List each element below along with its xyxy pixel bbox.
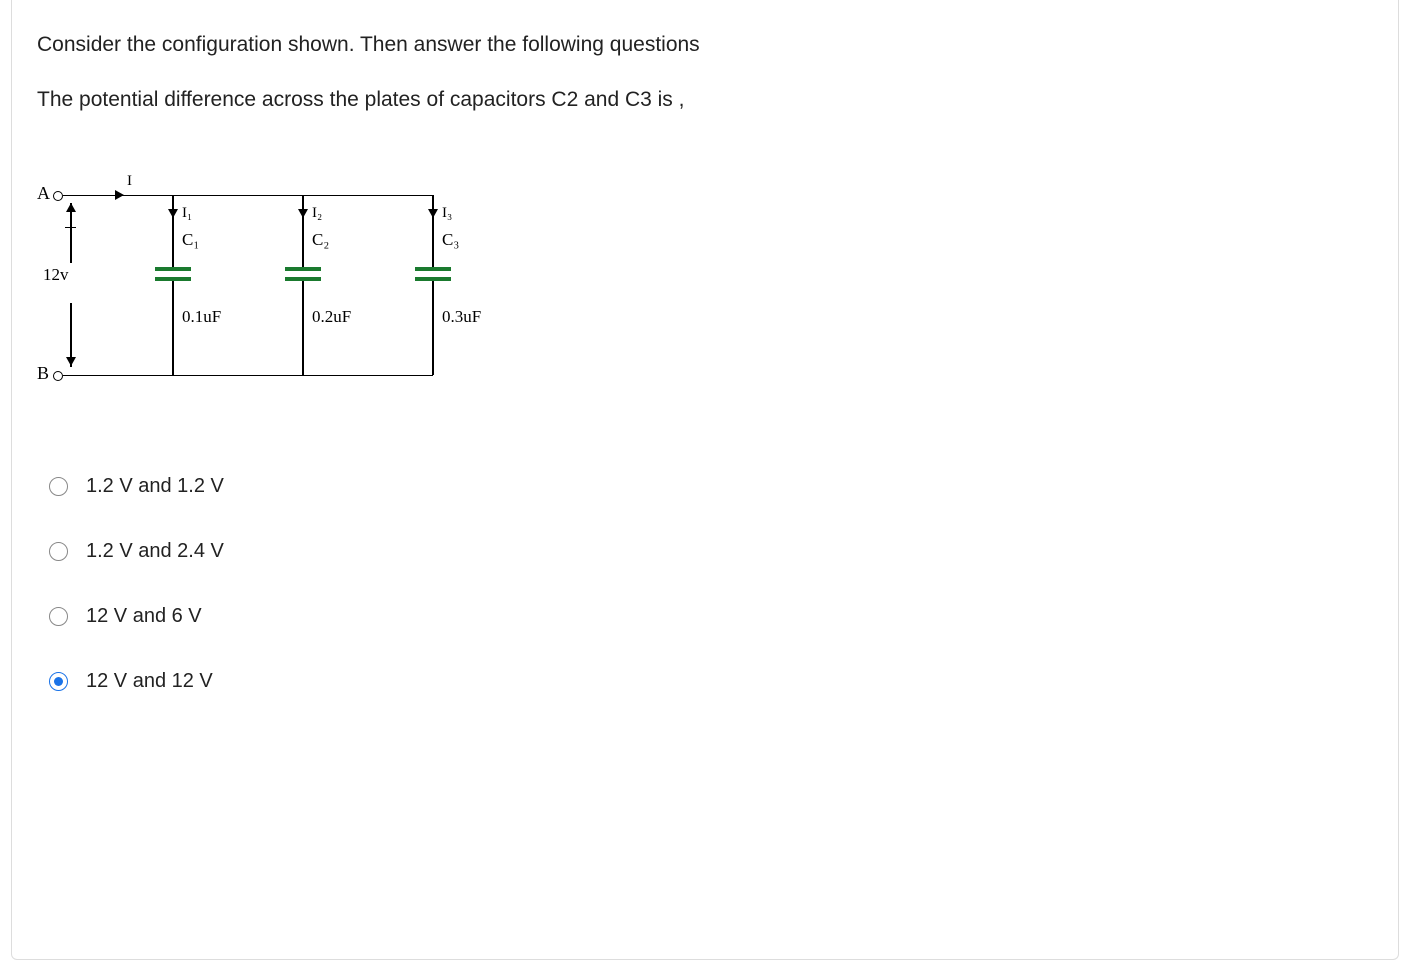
wire-b2-top bbox=[302, 195, 304, 267]
label-c2: C₂ bbox=[312, 230, 329, 250]
radio-icon bbox=[49, 542, 68, 561]
wire-src-t bbox=[70, 203, 72, 263]
label-c3-val: 0.3uF bbox=[442, 307, 481, 327]
node-b-label: B bbox=[37, 363, 49, 384]
wire-b3-top bbox=[432, 195, 434, 267]
wire-bottom bbox=[63, 375, 433, 377]
wire-b1-top bbox=[172, 195, 174, 267]
option-2[interactable]: 1.2 V and 2.4 V bbox=[49, 540, 1373, 563]
label-c1: C₁ bbox=[182, 230, 199, 250]
arrow-src-up bbox=[66, 203, 76, 212]
radio-icon bbox=[49, 607, 68, 626]
option-label: 1.2 V and 2.4 V bbox=[86, 540, 224, 563]
label-12v: 12v bbox=[43, 265, 69, 285]
wire-b3-bot bbox=[432, 281, 434, 375]
question-card: Consider the configuration shown. Then a… bbox=[11, 0, 1399, 960]
radio-icon bbox=[49, 477, 68, 496]
cap2-plate-top bbox=[285, 267, 321, 271]
radio-icon bbox=[49, 672, 68, 691]
node-a bbox=[53, 191, 63, 201]
option-3[interactable]: 12 V and 6 V bbox=[49, 605, 1373, 628]
option-label: 12 V and 12 V bbox=[86, 670, 213, 693]
arrow-i2 bbox=[298, 209, 308, 218]
question-text: Consider the configuration shown. Then a… bbox=[37, 30, 1373, 115]
label-i2: I₂ bbox=[312, 205, 322, 222]
circuit-diagram: A I B 12v I₁ C₁ 0.1uF I₂ C₂ bbox=[37, 185, 507, 395]
question-line-2: The potential difference across the plat… bbox=[37, 85, 1373, 114]
arrow-i bbox=[115, 190, 124, 200]
label-i3: I₃ bbox=[442, 205, 452, 222]
wire-b1-bot bbox=[172, 281, 174, 375]
cap3-plate-top bbox=[415, 267, 451, 271]
arrow-i3 bbox=[428, 209, 438, 218]
wire-b2-bot bbox=[302, 281, 304, 375]
arrow-src-down bbox=[66, 357, 76, 366]
question-line-1: Consider the configuration shown. Then a… bbox=[37, 30, 1373, 59]
tick-src-top bbox=[65, 227, 76, 229]
option-label: 1.2 V and 1.2 V bbox=[86, 475, 224, 498]
label-c2-val: 0.2uF bbox=[312, 307, 351, 327]
label-c1-val: 0.1uF bbox=[182, 307, 221, 327]
option-1[interactable]: 1.2 V and 1.2 V bbox=[49, 475, 1373, 498]
label-i1: I₁ bbox=[182, 205, 192, 222]
option-4[interactable]: 12 V and 12 V bbox=[49, 670, 1373, 693]
option-label: 12 V and 6 V bbox=[86, 605, 202, 628]
arrow-i1 bbox=[168, 209, 178, 218]
answer-options: 1.2 V and 1.2 V 1.2 V and 2.4 V 12 V and… bbox=[49, 475, 1373, 693]
label-i: I bbox=[127, 173, 132, 190]
label-c3: C₃ bbox=[442, 230, 459, 250]
cap1-plate-top bbox=[155, 267, 191, 271]
node-b bbox=[53, 371, 63, 381]
node-a-label: A bbox=[37, 183, 50, 204]
